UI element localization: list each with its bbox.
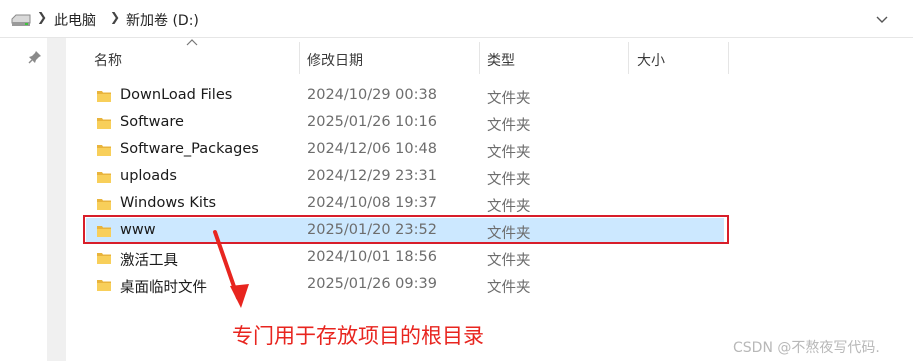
watermark: CSDN @不熬夜写代码.	[733, 340, 880, 356]
folder-icon	[97, 226, 111, 237]
file-row[interactable]: Software_Packages 2024/12/06 10:48 文件夹	[86, 137, 724, 163]
folder-icon	[97, 118, 111, 129]
file-name: 激活工具	[120, 253, 178, 269]
column-header-size[interactable]: 大小	[637, 42, 727, 76]
file-modified: 2024/10/08 19:37	[307, 195, 437, 211]
file-name: Windows Kits	[120, 195, 217, 211]
nav-scrollbar[interactable]	[47, 38, 66, 361]
file-row[interactable]: Software 2025/01/26 10:16 文件夹	[86, 110, 724, 136]
file-name: www	[120, 222, 156, 238]
annotation-text: 专门用于存放项目的根目录	[232, 324, 484, 348]
pin-icon[interactable]	[28, 50, 42, 64]
folder-icon	[97, 172, 111, 183]
file-row[interactable]: Windows Kits 2024/10/08 19:37 文件夹	[86, 191, 724, 217]
column-divider[interactable]	[479, 42, 480, 74]
column-header-modified[interactable]: 修改日期	[307, 42, 478, 76]
file-modified: 2024/12/06 10:48	[307, 141, 437, 157]
file-row[interactable]: 桌面临时文件 2025/01/26 09:39 文件夹	[86, 272, 724, 298]
file-type: 文件夹	[487, 172, 531, 188]
chevron-down-icon[interactable]	[875, 12, 889, 26]
file-type: 文件夹	[487, 226, 531, 242]
file-modified: 2025/01/26 10:16	[307, 114, 437, 130]
column-header-name[interactable]: 名称	[94, 42, 299, 76]
file-row[interactable]: uploads 2024/12/29 23:31 文件夹	[86, 164, 724, 190]
file-modified: 2024/10/29 00:38	[307, 87, 437, 103]
breadcrumb-drive-d[interactable]: 新加卷 (D:)	[126, 10, 199, 30]
file-modified: 2024/10/01 18:56	[307, 249, 437, 265]
chevron-right-icon[interactable]: ❯	[110, 10, 120, 24]
file-name: DownLoad Files	[120, 87, 233, 103]
file-row[interactable]: DownLoad Files 2024/10/29 00:38 文件夹	[86, 83, 724, 109]
folder-icon	[97, 91, 111, 102]
file-type: 文件夹	[487, 253, 531, 269]
file-modified: 2025/01/26 09:39	[307, 276, 437, 292]
annotation-arrow-icon	[213, 230, 249, 308]
file-type: 文件夹	[487, 118, 531, 134]
file-type: 文件夹	[487, 91, 531, 107]
column-divider[interactable]	[628, 42, 629, 74]
file-name: Software	[120, 114, 184, 130]
folder-icon	[97, 280, 111, 291]
file-type: 文件夹	[487, 199, 531, 215]
file-name: uploads	[120, 168, 177, 184]
file-modified: 2025/01/20 23:52	[307, 222, 437, 238]
breadcrumb-this-pc[interactable]: 此电脑	[54, 10, 96, 30]
file-row-selected[interactable]: www 2025/01/20 23:52 文件夹	[86, 218, 724, 244]
file-type: 文件夹	[487, 280, 531, 296]
file-type: 文件夹	[487, 145, 531, 161]
folder-icon	[97, 199, 111, 210]
folder-icon	[97, 145, 111, 156]
column-header-type[interactable]: 类型	[487, 42, 627, 76]
drive-icon	[11, 14, 31, 26]
file-name: Software_Packages	[120, 141, 259, 157]
folder-icon	[97, 253, 111, 264]
file-explorer-window: ❯ 此电脑 ❯ 新加卷 (D:) 名称 修改日期 类型 大小 DownLoad …	[0, 0, 913, 361]
column-divider[interactable]	[299, 42, 300, 74]
column-divider[interactable]	[728, 42, 729, 74]
file-row[interactable]: 激活工具 2024/10/01 18:56 文件夹	[86, 245, 724, 271]
file-name: 桌面临时文件	[120, 280, 207, 296]
chevron-right-icon[interactable]: ❯	[37, 10, 47, 24]
file-modified: 2024/12/29 23:31	[307, 168, 437, 184]
address-bar[interactable]: ❯ 此电脑 ❯ 新加卷 (D:)	[0, 0, 913, 38]
